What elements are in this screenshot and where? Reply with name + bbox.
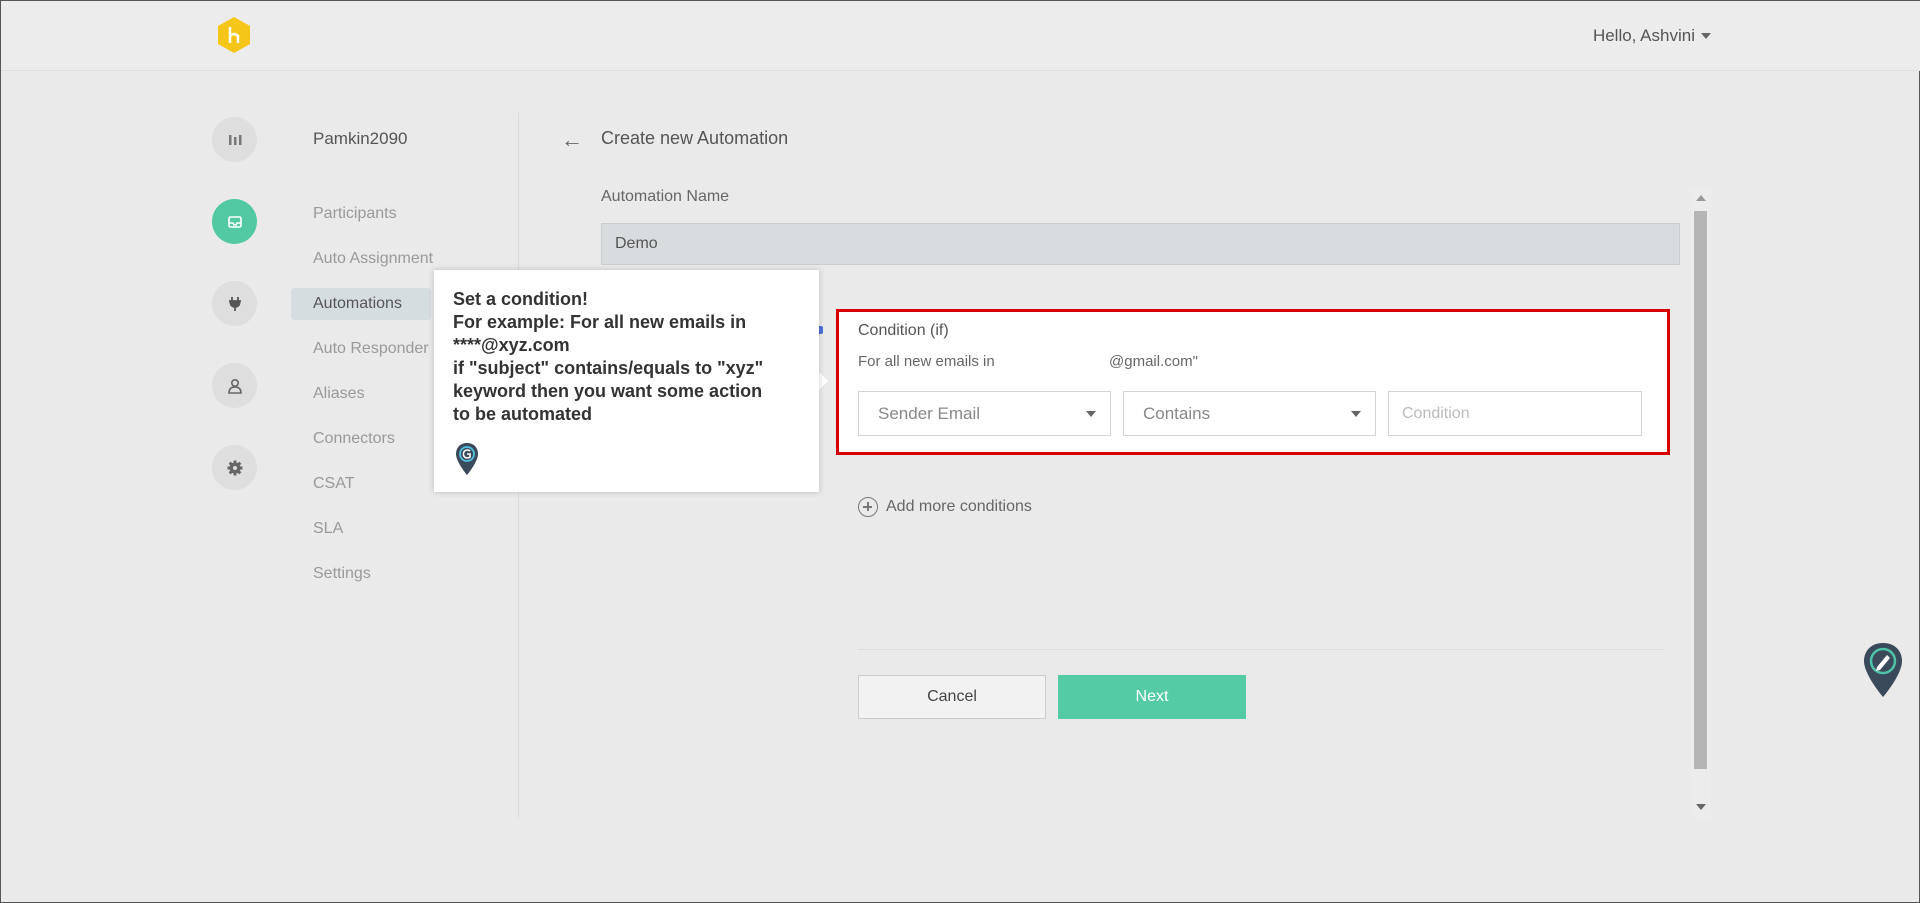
scrollbar[interactable]	[1691, 189, 1710, 818]
form-divider	[858, 649, 1663, 650]
scroll-down-icon[interactable]	[1696, 804, 1706, 810]
condition-value-input[interactable]	[1388, 391, 1642, 436]
cancel-button[interactable]: Cancel	[858, 675, 1046, 719]
app-logo[interactable]	[216, 16, 252, 54]
guide-launcher-icon[interactable]	[1861, 641, 1905, 699]
user-icon[interactable]	[212, 363, 257, 408]
tooltip-line: if "subject" contains/equals to "xyz"	[453, 358, 764, 378]
workspace-name: Pamkin2090	[313, 129, 408, 148]
back-arrow-icon[interactable]: ←	[561, 127, 583, 153]
tooltip-line: to be automated	[453, 404, 593, 424]
tooltip-line: Set a condition!	[453, 289, 588, 309]
condition-title: Condition (if)	[858, 322, 949, 339]
tooltip-line: keyword then you want some action	[453, 381, 763, 401]
condition-field-value: Sender Email	[878, 404, 981, 423]
plug-icon[interactable]	[212, 281, 257, 326]
user-greeting: Hello, Ashvini	[1592, 26, 1695, 45]
inbox-icon[interactable]	[212, 199, 257, 244]
gear-icon[interactable]	[212, 445, 257, 490]
sidebar-item-automations[interactable]: Automations	[291, 288, 431, 320]
automation-name-input[interactable]	[601, 223, 1680, 265]
tooltip-arrow	[819, 372, 828, 390]
condition-description: For all new emails in	[858, 353, 995, 370]
walkthrough-tooltip: Set a condition! For example: For all ne…	[434, 270, 819, 492]
automation-name-label: Automation Name	[601, 188, 730, 205]
condition-operator-value: Contains	[1143, 404, 1211, 423]
sidebar-item-participants[interactable]: Participants	[291, 198, 511, 230]
page-title: Create new Automation	[601, 128, 789, 148]
tooltip-line: ****@xyz.com	[453, 335, 570, 355]
add-more-label: Add more conditions	[886, 498, 1032, 515]
reports-icon[interactable]	[212, 117, 257, 162]
sidebar-item-sla[interactable]: SLA	[291, 513, 511, 545]
scroll-up-icon[interactable]	[1696, 195, 1706, 201]
scroll-thumb[interactable]	[1694, 211, 1707, 769]
condition-domain: @gmail.com"	[1109, 353, 1198, 370]
chevron-down-icon	[1086, 411, 1096, 417]
sidebar-item-settings[interactable]: Settings	[291, 558, 511, 590]
guide-pin-icon	[456, 443, 478, 475]
next-button[interactable]: Next	[1058, 675, 1246, 719]
chevron-down-icon	[1701, 33, 1711, 39]
user-menu[interactable]: Hello, Ashvini	[1593, 26, 1711, 46]
condition-operator-select[interactable]: Contains	[1123, 391, 1376, 436]
condition-field-select[interactable]: Sender Email	[858, 391, 1111, 436]
plus-circle-icon	[858, 497, 878, 517]
tooltip-line: For example: For all new emails in	[453, 312, 747, 332]
add-more-conditions-button[interactable]: Add more conditions	[858, 497, 1032, 517]
top-bar: Hello, Ashvini	[1, 1, 1920, 71]
chevron-down-icon	[1351, 411, 1361, 417]
